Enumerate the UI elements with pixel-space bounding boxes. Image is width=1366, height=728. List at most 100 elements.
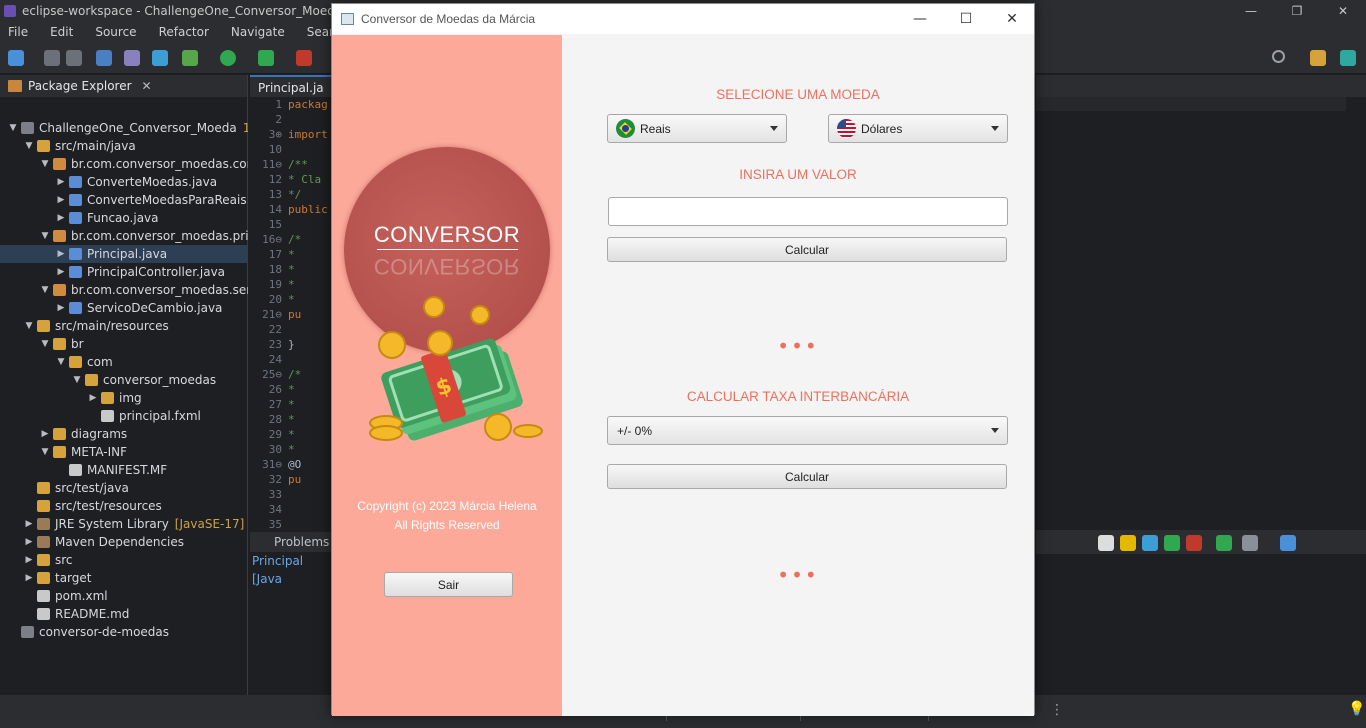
code-line[interactable]: 25⊖ /* [250,367,332,382]
collapse-arrow-icon[interactable]: ▼ [40,335,50,353]
code-line[interactable]: 32 pu [250,472,332,487]
terminal-icon[interactable] [96,50,112,66]
collapse-arrow-icon[interactable]: ▼ [72,371,82,389]
tree-item[interactable]: ▼ ChallengeOne_Conversor_Moeda 1.0-S [0,119,248,137]
tree-item[interactable]: ▶ target [0,569,248,587]
tree-item[interactable]: principal.fxml [0,407,248,425]
menu-navigate[interactable]: Navigate [231,25,285,39]
more-icon[interactable]: ⋮ [1050,702,1064,718]
external-tools-icon[interactable] [296,50,312,66]
menu-file[interactable]: File [8,25,28,39]
code-line[interactable]: 26 * [250,382,332,397]
code-line[interactable]: 21⊖ pu [250,307,332,322]
collapse-arrow-icon[interactable]: ▼ [40,443,50,461]
problems-entry[interactable]: Principal [Java [250,552,332,588]
converter-title-bar[interactable]: Conversor de Moedas da Márcia — ☐ ✕ [332,4,1034,34]
expand-arrow-icon[interactable]: ▶ [88,389,98,407]
interbank-rate-select[interactable]: +/- 0% [607,416,1008,445]
show-stdout-icon[interactable] [1164,535,1180,551]
maximize-icon[interactable]: ☐ [943,4,989,34]
tree-item[interactable]: ▼ br.com.conversor_moedas.princi [0,227,248,245]
tree-item[interactable]: ▼ br.com.conversor_moedas.servic [0,281,248,299]
expand-arrow-icon[interactable]: ▶ [56,191,66,209]
menu-edit[interactable]: Edit [50,25,73,39]
save-icon[interactable] [44,50,60,66]
collapse-arrow-icon[interactable]: ▼ [24,317,34,335]
code-line[interactable]: 19 * [250,277,332,292]
code-line[interactable]: 17 * [250,247,332,262]
calculate-button[interactable]: Calcular [607,237,1007,262]
tip-lightbulb-icon[interactable]: 💡 [1348,701,1365,717]
collapse-arrow-icon[interactable]: ▼ [40,281,50,299]
code-line[interactable]: 20 * [250,292,332,307]
tree-item[interactable]: src/test/java [0,479,248,497]
code-line[interactable]: 11⊖ /** [250,157,332,172]
code-line[interactable]: 31⊖ @O [250,457,332,472]
tree-item[interactable]: pom.xml [0,587,248,605]
code-line[interactable]: 29 * [250,427,332,442]
from-currency-select[interactable]: Reais [607,114,787,143]
code-line[interactable]: 24 [250,352,332,367]
tree-item[interactable]: ▶ Maven Dependencies [0,533,248,551]
code-line[interactable]: 3⊕ import [250,127,332,142]
tree-item[interactable]: ▼ br.com.conversor_moedas.conve [0,155,248,173]
collapse-arrow-icon[interactable]: ▼ [8,119,18,137]
scroll-lock-icon[interactable] [1120,535,1136,551]
minimize-icon[interactable]: — [1228,0,1274,22]
run-icon[interactable] [220,50,236,66]
tree-item[interactable]: ▼ META-INF [0,443,248,461]
code-line[interactable]: 14 public [250,202,332,217]
code-line[interactable]: 18 * [250,262,332,277]
code-editor[interactable]: Principal.ja 1 packag 2 3⊕ import 10 11⊖/** 12 … [250,75,332,532]
tree-item[interactable]: ▶ ConverteMoedas.java [0,173,248,191]
code-line[interactable]: 34 [250,502,332,517]
tree-item[interactable]: ▶ Principal.java [0,245,248,263]
menu-refactor[interactable]: Refactor [159,25,209,39]
code-area[interactable]: 1 packag 2 3⊕ import 10 11⊖/** 12 * Cla 13 */14 p… [250,97,332,532]
exit-button[interactable]: Sair [384,572,513,597]
tree-item[interactable]: ▶ PrincipalController.java [0,263,248,281]
coverage-icon[interactable] [258,50,274,66]
tree-item[interactable]: ▶ Funcao.java [0,209,248,227]
expand-arrow-icon[interactable]: ▶ [56,245,66,263]
new-icon[interactable] [8,50,24,66]
save-all-icon[interactable] [66,50,82,66]
code-line[interactable]: 12 * Cla [250,172,332,187]
expand-arrow-icon[interactable]: ▶ [24,551,34,569]
display-console-icon[interactable] [1242,535,1258,551]
tree-item[interactable]: src/test/resources [0,497,248,515]
java-perspective-icon[interactable] [1340,50,1356,66]
skip-breakpoints-icon[interactable] [152,50,168,66]
tree-item[interactable]: ▶ src [0,551,248,569]
expand-arrow-icon[interactable]: ▶ [24,515,34,533]
tree-item[interactable]: ▶ diagrams [0,425,248,443]
collapse-arrow-icon[interactable]: ▼ [24,137,34,155]
restore-icon[interactable]: ❐ [1274,0,1320,22]
package-explorer-tab[interactable]: Package Explorer ✕ [0,75,247,97]
show-stderr-icon[interactable] [1186,535,1202,551]
code-line[interactable]: 33 [250,487,332,502]
close-tab-icon[interactable]: ✕ [142,79,152,93]
tree-item[interactable]: ▶ img [0,389,248,407]
tree-item[interactable]: ▼ conversor_moedas [0,371,248,389]
expand-arrow-icon[interactable]: ▶ [24,533,34,551]
collapse-arrow-icon[interactable]: ▼ [40,155,50,173]
toggle-mark-icon[interactable] [124,50,140,66]
tree-item[interactable]: README.md [0,605,248,623]
collapse-arrow-icon[interactable]: ▼ [56,353,66,371]
value-input[interactable] [608,197,1008,226]
word-wrap-icon[interactable] [1142,535,1158,551]
expand-arrow-icon[interactable]: ▶ [56,263,66,281]
search-icon[interactable] [1272,50,1285,63]
close-icon[interactable]: ✕ [989,4,1035,34]
tree-item[interactable]: ▼ com [0,353,248,371]
code-line[interactable]: 23 } [250,337,332,352]
code-line[interactable]: 28 * [250,412,332,427]
pin-console-icon[interactable] [1216,535,1232,551]
open-perspective-icon[interactable] [1310,50,1326,66]
editor-tab[interactable]: Principal.ja [250,75,332,97]
tree-item[interactable]: ▼ src/main/java [0,137,248,155]
tree-item[interactable]: ▶ JRE System Library [JavaSE-17] [0,515,248,533]
tree-item[interactable]: MANIFEST.MF [0,461,248,479]
interbank-calculate-button[interactable]: Calcular [607,464,1007,489]
